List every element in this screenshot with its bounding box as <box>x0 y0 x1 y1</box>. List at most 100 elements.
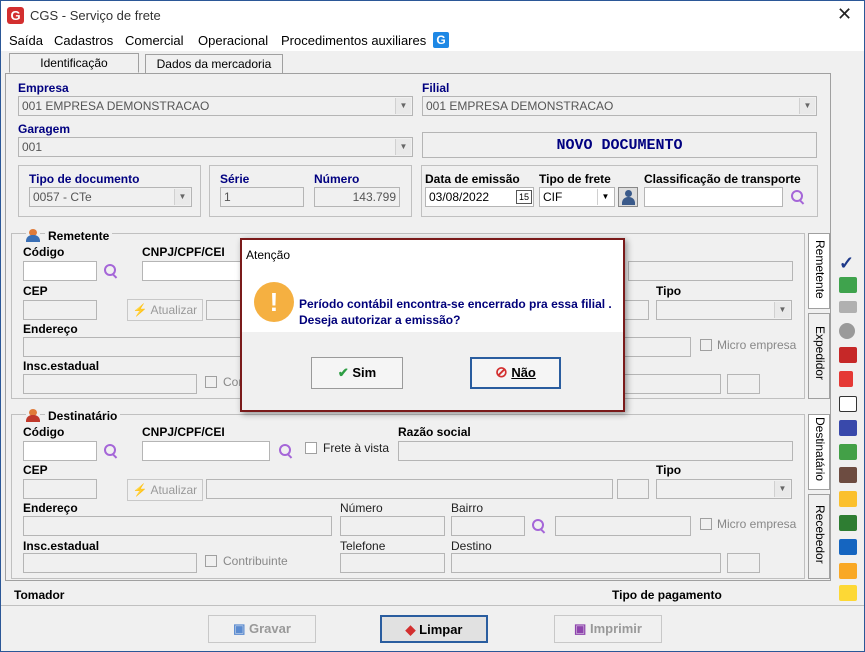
check-icon[interactable]: ✓ <box>839 253 854 274</box>
g-help-icon[interactable]: G <box>433 32 449 48</box>
data-emissao-field[interactable]: 03/08/2022 15 <box>425 187 534 207</box>
tab-identificacao[interactable]: Identificação <box>9 53 139 73</box>
remetente-cep-label: CEP <box>23 284 48 298</box>
globe-icon[interactable] <box>839 277 857 293</box>
app-logo-icon: G <box>7 7 24 24</box>
book-icon[interactable] <box>839 539 857 555</box>
remetente-uf2-field[interactable] <box>727 374 760 394</box>
menu-procedimentos[interactable]: Procedimentos auxiliares <box>281 33 426 48</box>
menu-cadastros[interactable]: Cadastros <box>54 33 113 48</box>
destinatario-uf-field[interactable] <box>617 479 649 499</box>
cost-icon[interactable] <box>839 301 857 313</box>
remetente-cep-field[interactable] <box>23 300 97 320</box>
tipo-pagamento-label: Tipo de pagamento <box>612 588 722 602</box>
search-icon[interactable] <box>104 264 118 278</box>
search-icon[interactable] <box>279 444 293 458</box>
empresa-label: Empresa <box>18 81 69 95</box>
handshake-icon[interactable] <box>839 515 857 531</box>
destinatario-numero-field[interactable] <box>340 516 445 536</box>
person-body-icon <box>26 415 40 422</box>
remetente-micro-checkbox[interactable] <box>700 339 712 351</box>
side-tab-recebedor-label: Recebedor <box>813 505 827 564</box>
close-button[interactable]: ✕ <box>837 4 852 25</box>
window-title: CGS - Serviço de frete <box>30 8 161 23</box>
menu-saida[interactable]: Saída <box>9 33 43 48</box>
sim-button[interactable]: ✔ Sim <box>311 357 403 389</box>
numero-field[interactable]: 143.799 <box>314 187 400 207</box>
side-tab-expedidor-label: Expedidor <box>813 326 827 381</box>
destinatario-insc-field[interactable] <box>23 553 197 573</box>
side-tab-destinatario[interactable]: Destinatário <box>808 414 830 490</box>
filial-select[interactable]: 001 EMPRESA DEMONSTRACAO ▼ <box>422 96 817 116</box>
destinatario-tipo-select[interactable]: ▼ <box>656 479 792 499</box>
destinatario-atualizar-button[interactable]: ⚡ Atualizar <box>127 479 203 501</box>
nao-button[interactable]: ⊘ Não <box>470 357 561 389</box>
empresa-select[interactable]: 001 EMPRESA DEMONSTRACAO ▼ <box>18 96 413 116</box>
calendar-icon[interactable]: 15 <box>516 190 532 204</box>
search-icon[interactable] <box>532 519 546 533</box>
remetente-tipo-select[interactable]: ▼ <box>656 300 792 320</box>
serie-field[interactable]: 1 <box>220 187 304 207</box>
documents-icon[interactable] <box>839 396 857 412</box>
destinatario-contribuinte-checkbox[interactable] <box>205 555 217 567</box>
destinatario-razao-field[interactable] <box>398 441 793 461</box>
users-icon[interactable] <box>839 444 857 460</box>
certificate-icon[interactable] <box>839 491 857 507</box>
destinatario-cnpj-label: CNPJ/CPF/CEI <box>142 425 225 439</box>
tipo-doc-select[interactable]: 0057 - CTe ▼ <box>29 187 192 207</box>
hand-icon[interactable] <box>839 420 857 436</box>
circle-icon[interactable] <box>839 323 855 339</box>
search-icon[interactable] <box>791 190 805 204</box>
destinatario-cnpj-field[interactable] <box>142 441 270 461</box>
remetente-codigo-field[interactable] <box>23 261 97 281</box>
destinatario-person-icon <box>26 409 40 422</box>
person-icon[interactable] <box>618 187 638 207</box>
search-icon[interactable] <box>104 444 118 458</box>
garagem-select[interactable]: 001 ▼ <box>18 137 413 157</box>
dialog-message: Período contábil encontra-se encerrado p… <box>299 296 612 328</box>
menu-comercial[interactable]: Comercial <box>125 33 184 48</box>
chevron-down-icon: ▼ <box>799 98 815 114</box>
data-emissao-label: Data de emissão <box>425 172 520 186</box>
side-tab-recebedor[interactable]: Recebedor <box>808 494 830 579</box>
money-icon[interactable] <box>839 585 857 601</box>
classificacao-field[interactable] <box>644 187 783 207</box>
remetente-atualizar-button[interactable]: ⚡ Atualizar <box>127 299 203 321</box>
destinatario-bairro-label: Bairro <box>451 501 484 515</box>
side-tab-destinatario-label: Destinatário <box>813 417 827 482</box>
imprimir-button[interactable]: ▣ Imprimir <box>554 615 662 643</box>
remetente-endereco-label: Endereço <box>23 322 78 336</box>
frete-vista-checkbox[interactable] <box>305 442 317 454</box>
remetente-insc-field[interactable] <box>23 374 197 394</box>
truck-icon[interactable] <box>839 347 857 363</box>
tipo-frete-select[interactable]: CIF ▼ <box>539 187 615 207</box>
gravar-button[interactable]: ▣ Gravar <box>208 615 316 643</box>
tab-dados-mercadoria[interactable]: Dados da mercadoria <box>145 54 283 74</box>
lightning-icon: ⚡ <box>132 483 148 497</box>
remetente-endereco-field[interactable] <box>23 337 243 357</box>
destinatario-bairro-field[interactable] <box>451 516 525 536</box>
side-tab-expedidor[interactable]: Expedidor <box>808 313 830 399</box>
destinatario-bairro-desc-field[interactable] <box>555 516 691 536</box>
destinatario-destino-field[interactable] <box>451 553 721 573</box>
person-card-icon[interactable] <box>839 467 857 483</box>
destinatario-cep-field[interactable] <box>23 479 97 499</box>
sign-icon[interactable] <box>839 563 857 579</box>
remetente-contribuinte-checkbox[interactable] <box>205 376 217 388</box>
destinatario-codigo-field[interactable] <box>23 441 97 461</box>
chevron-down-icon: ▼ <box>597 189 613 205</box>
remetente-razao-field[interactable] <box>628 261 793 281</box>
destinatario-uf2-field[interactable] <box>727 553 760 573</box>
destinatario-endereco-field[interactable] <box>23 516 332 536</box>
destinatario-logradouro-field[interactable] <box>206 479 613 499</box>
destinatario-telefone-field[interactable] <box>340 553 445 573</box>
limpar-button[interactable]: ◆ Limpar <box>380 615 488 643</box>
menu-operacional[interactable]: Operacional <box>198 33 268 48</box>
tipo-frete-value: CIF <box>543 190 563 204</box>
export-icon[interactable] <box>839 371 853 387</box>
side-tab-remetente[interactable]: Remetente <box>808 233 830 309</box>
destinatario-micro-checkbox[interactable] <box>700 518 712 530</box>
remetente-cnpj-field[interactable] <box>142 261 252 281</box>
sim-label: Sim <box>352 365 377 380</box>
remetente-destino-field[interactable] <box>613 374 721 394</box>
